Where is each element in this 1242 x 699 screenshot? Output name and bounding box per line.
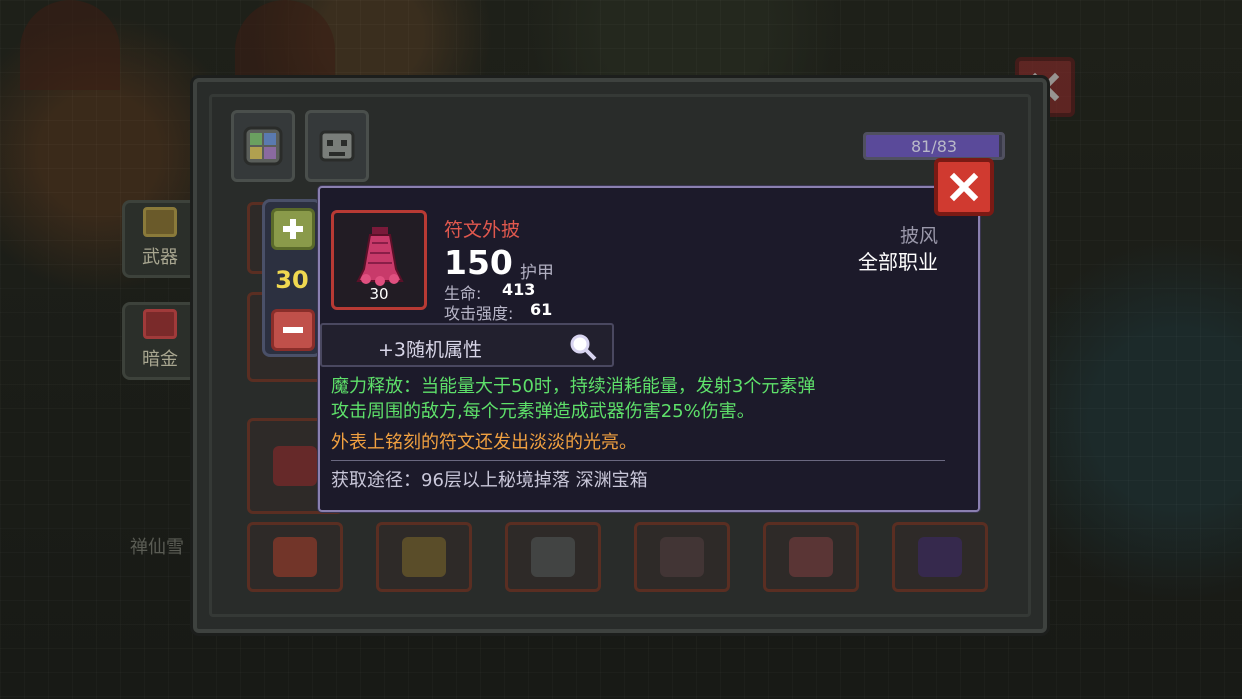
equipment-slot[interactable] <box>247 522 343 592</box>
item-name: 符文外披 <box>444 219 521 241</box>
stat-label: 攻击强度: <box>444 304 514 323</box>
pet-icon <box>319 130 355 162</box>
tooltip-close-button[interactable] <box>934 158 994 216</box>
background-door <box>235 0 335 90</box>
plus-icon <box>283 219 303 239</box>
nav-gold-button[interactable]: 暗金 <box>122 302 198 380</box>
quantity-stepper: 30 <box>262 199 322 357</box>
nav-weapon-button[interactable]: 武器 <box>122 200 198 278</box>
capacity-bar: 81/83 <box>863 132 1005 160</box>
equipment-slot[interactable] <box>634 522 730 592</box>
equipment-slot[interactable] <box>892 522 988 592</box>
increase-button[interactable] <box>271 208 315 250</box>
item-tooltip: 30 符文外披 150 护甲 生命: 413 攻击强度: 61 披风 全部职业 … <box>318 186 980 512</box>
equipment-slot[interactable] <box>505 522 601 592</box>
item-type: 披风 <box>899 225 938 247</box>
item-flavor-text: 外表上铭刻的符文还发出淡淡的光亮。 <box>331 432 637 453</box>
stat-value: 61 <box>530 300 553 319</box>
chest-icon <box>143 309 177 339</box>
cloak-icon <box>273 446 317 486</box>
item-effect: 魔力释放：当能量大于50时，持续消耗能量，发射3个元素弹 攻击周围的敌方,每个元… <box>331 374 951 424</box>
item-icon-frame: 30 <box>331 210 427 310</box>
armor-icon <box>402 537 446 577</box>
character-name: 禅仙雪 <box>130 537 184 558</box>
nav-gold-label: 暗金 <box>142 349 178 370</box>
weapon-icon <box>143 207 177 237</box>
magnifier-icon <box>570 334 597 361</box>
background-door <box>20 0 120 90</box>
capacity-text: 81/83 <box>910 136 958 156</box>
necklace-icon <box>918 537 962 577</box>
bag-icon <box>243 126 283 166</box>
equipment-slot[interactable] <box>763 522 859 592</box>
close-icon <box>949 172 979 202</box>
item-class-requirement: 全部职业 <box>858 250 938 274</box>
cloak-icon <box>356 227 404 286</box>
equipment-slot[interactable] <box>376 522 472 592</box>
mask-icon <box>660 537 704 577</box>
item-effect-line: 魔力释放：当能量大于50时，持续消耗能量，发射3个元素弹 <box>331 376 816 397</box>
decrease-button[interactable] <box>271 309 315 351</box>
tooltip-divider <box>331 460 945 461</box>
item-armor-value: 150 <box>444 243 513 282</box>
amulet-icon <box>531 537 575 577</box>
random-attribute-button[interactable]: +3随机属性 <box>320 323 614 367</box>
stat-value: 413 <box>502 280 536 299</box>
helmet-icon <box>273 537 317 577</box>
nav-weapon-label: 武器 <box>142 247 178 268</box>
tab-bag[interactable] <box>231 110 295 182</box>
ring-icon <box>789 537 833 577</box>
quantity-value: 30 <box>275 266 309 294</box>
stat-attack: 攻击强度: 61 <box>444 300 552 324</box>
tab-pet[interactable] <box>305 110 369 182</box>
random-attribute-label: +3随机属性 <box>378 339 483 361</box>
minus-icon <box>283 327 303 333</box>
item-level: 30 <box>369 285 389 303</box>
item-source: 获取途径：96层以上秘境掉落 深渊宝箱 <box>331 470 648 491</box>
item-effect-line: 攻击周围的敌方,每个元素弹造成武器伤害25%伤害。 <box>331 401 755 422</box>
